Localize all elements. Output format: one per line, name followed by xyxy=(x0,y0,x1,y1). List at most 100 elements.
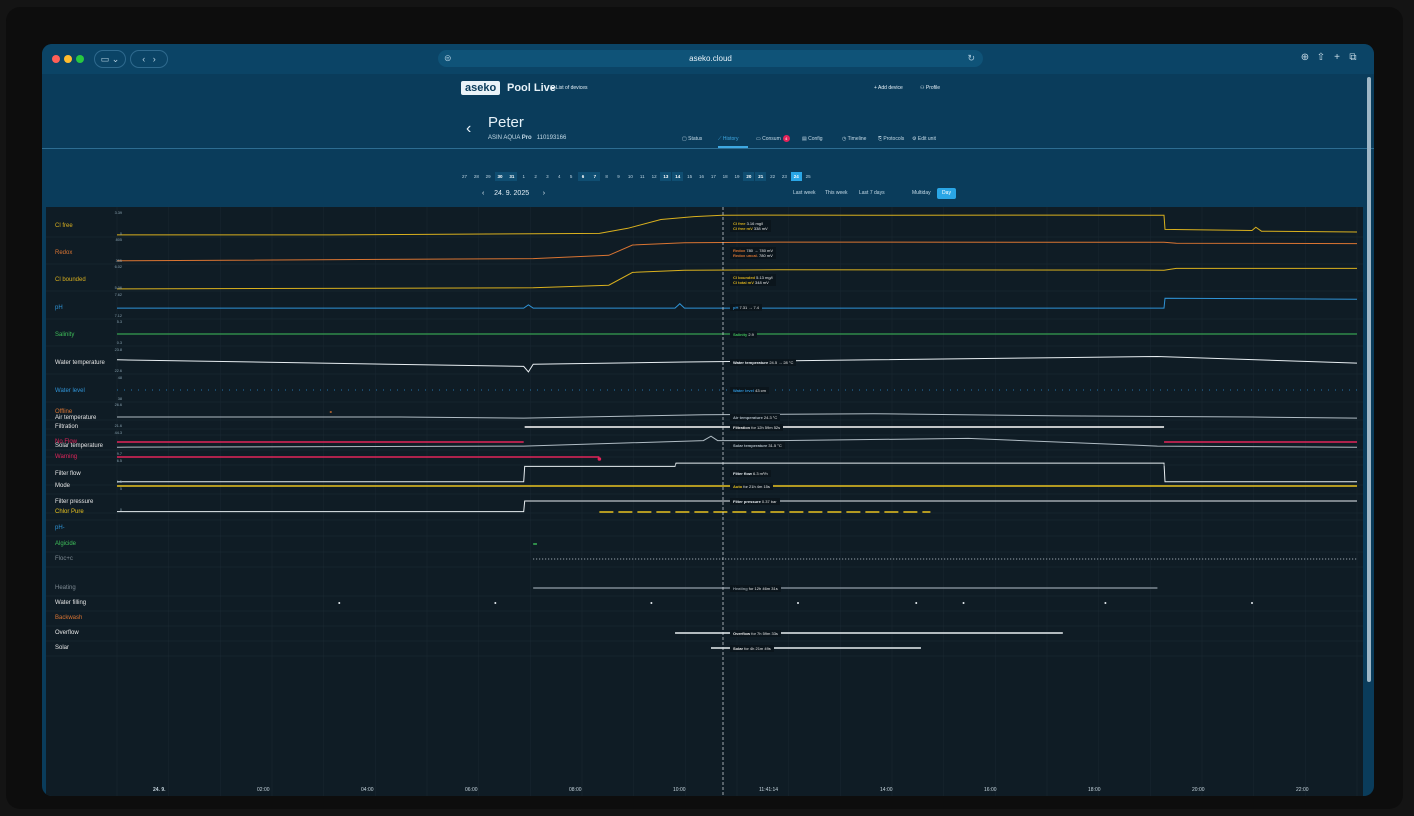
day-button[interactable]: Day xyxy=(937,188,956,199)
next-day-button[interactable]: › xyxy=(543,190,545,197)
tooltip-value: for 12h 59m 52s xyxy=(751,425,781,430)
day-28[interactable]: 28 xyxy=(471,172,482,181)
day-11[interactable]: 11 xyxy=(637,172,648,181)
tooltip-value: for 4h 21m 49s xyxy=(744,646,771,651)
day-16[interactable]: 16 xyxy=(696,172,707,181)
day-27[interactable]: 27 xyxy=(459,172,470,181)
tab-history[interactable]: ⟋ History xyxy=(718,135,738,143)
browser-toolbar: ▭ ⌄ ‹ › ⊜ aseko.cloud ↻ ⊕ ⇧ + ⧉ xyxy=(42,44,1374,74)
history-chart: Cl free 3.39 0 Cl free 3.16 mg/l Cl free mV … xyxy=(46,207,1363,796)
state-label: No Flow xyxy=(55,439,78,445)
value-tooltip: Filter pressure 0.37 bar xyxy=(730,498,780,505)
day-9[interactable]: 9 xyxy=(613,172,624,181)
state-label: pH- xyxy=(55,525,65,531)
day-5[interactable]: 5 xyxy=(566,172,577,181)
day-2[interactable]: 2 xyxy=(530,172,541,181)
day-24[interactable]: 24 xyxy=(790,172,802,181)
tab-consum[interactable]: ▭ Consum 4 xyxy=(756,135,790,143)
day-15[interactable]: 15 xyxy=(684,172,695,181)
current-date: 24. 9. 2025 xyxy=(494,190,530,197)
tooltip-name: Water temperature xyxy=(733,360,770,365)
day-7[interactable]: 7 xyxy=(589,172,601,181)
download-icon[interactable]: ⊕ xyxy=(1298,51,1312,65)
last-7-days-button[interactable]: Last 7 days xyxy=(859,189,885,198)
state-label: Heating xyxy=(55,585,76,591)
tab-overview-icon[interactable]: ⧉ xyxy=(1346,51,1360,65)
day-19[interactable]: 19 xyxy=(732,172,743,181)
add-device-link[interactable]: + Add device xyxy=(874,84,903,92)
day-21[interactable]: 21 xyxy=(755,172,767,181)
scrollbar[interactable] xyxy=(1367,77,1371,682)
day-31[interactable]: 31 xyxy=(506,172,518,181)
last-week-button[interactable]: Last week xyxy=(793,189,816,198)
tooltip-name: Auto xyxy=(733,484,744,489)
day-1[interactable]: 1 xyxy=(518,172,529,181)
browser-window: ▭ ⌄ ‹ › ⊜ aseko.cloud ↻ ⊕ ⇧ + ⧉ aseko Po… xyxy=(42,44,1374,796)
close-window-icon[interactable] xyxy=(52,55,60,63)
tab-status[interactable]: ▢ Status xyxy=(682,135,702,143)
tooltip-name: Cl total mV xyxy=(733,280,756,285)
tab-config[interactable]: ▤ Config xyxy=(802,135,823,143)
day-29[interactable]: 29 xyxy=(483,172,494,181)
page-settings-icon[interactable]: ⊜ xyxy=(444,50,452,67)
day-10[interactable]: 10 xyxy=(625,172,636,181)
series-label: Salinity xyxy=(55,332,75,338)
back-arrow-icon[interactable]: ‹ xyxy=(466,121,471,137)
day-30[interactable]: 30 xyxy=(494,172,506,181)
day-20[interactable]: 20 xyxy=(743,172,755,181)
water-filling-event xyxy=(797,602,800,604)
list-of-devices-label: List of devices xyxy=(555,85,588,91)
day-23[interactable]: 23 xyxy=(779,172,790,181)
axis-max-label: 3.39 xyxy=(114,211,122,215)
prev-day-button[interactable]: ‹ xyxy=(482,190,484,197)
day-8[interactable]: 8 xyxy=(601,172,612,181)
this-week-button[interactable]: This week xyxy=(825,189,848,198)
water-filling-event xyxy=(962,602,965,604)
zoom-window-icon[interactable] xyxy=(76,55,84,63)
series-label: Filter flow xyxy=(55,471,81,477)
day-3[interactable]: 3 xyxy=(542,172,553,181)
new-tab-icon[interactable]: + xyxy=(1330,51,1344,65)
tooltip-name: Solar xyxy=(733,646,745,651)
back-forward-icon[interactable]: ‹ › xyxy=(130,50,168,68)
axis-max-label: 5.3 xyxy=(116,320,122,324)
water-filling-event xyxy=(338,602,341,604)
axis-max-label: 44.3 xyxy=(114,431,122,435)
state-label: Water filling xyxy=(55,600,87,606)
chart-canvas xyxy=(46,207,1363,796)
day-17[interactable]: 17 xyxy=(708,172,719,181)
series-label: Redox xyxy=(55,250,73,256)
tab-timeline[interactable]: ◷ Timeline xyxy=(842,135,866,143)
sidebar-toggle-icon[interactable]: ▭ ⌄ xyxy=(94,50,126,68)
minimize-window-icon[interactable] xyxy=(64,55,72,63)
day-22[interactable]: 22 xyxy=(767,172,778,181)
date-navigator: ‹ 24. 9. 2025 › xyxy=(482,189,545,198)
day-6[interactable]: 6 xyxy=(577,172,589,181)
tab-edit-unit[interactable]: ⚙ Edit unit xyxy=(912,135,936,143)
aseko-logo[interactable]: aseko xyxy=(461,81,501,95)
day-12[interactable]: 12 xyxy=(649,172,660,181)
tooltip-value: 780 mV xyxy=(759,253,773,258)
day-14[interactable]: 14 xyxy=(672,172,684,181)
profile-link[interactable]: ⚇ Profile xyxy=(920,84,940,92)
state-label: Algicide xyxy=(55,541,77,547)
axis-max-label: 6.02 xyxy=(114,265,122,269)
day-13[interactable]: 13 xyxy=(660,172,672,181)
list-of-devices-link[interactable]: ☰ List of devices xyxy=(550,84,588,92)
day-4[interactable]: 4 xyxy=(554,172,565,181)
reload-icon[interactable]: ↻ xyxy=(967,50,975,67)
tooltip-value: 6.3 m³/h xyxy=(753,471,768,476)
tab-protocols[interactable]: ⎘ Protocols xyxy=(878,135,904,143)
day-18[interactable]: 18 xyxy=(720,172,731,181)
device-frame: ▭ ⌄ ‹ › ⊜ aseko.cloud ↻ ⊕ ⇧ + ⧉ aseko Po… xyxy=(6,7,1403,809)
share-icon[interactable]: ⇧ xyxy=(1314,51,1328,65)
day-25[interactable]: 25 xyxy=(803,172,814,181)
x-axis-tick: 04:00 xyxy=(361,787,374,793)
tooltip-name: Cl free mV xyxy=(733,226,754,231)
multiday-button[interactable]: Multiday xyxy=(912,189,931,198)
state-label: Chlor Pure xyxy=(55,509,84,515)
state-label: Filtration xyxy=(55,424,79,430)
axis-max-label: 7.62 xyxy=(114,293,122,297)
x-axis-tick: 14:00 xyxy=(880,787,893,793)
address-bar[interactable]: ⊜ aseko.cloud ↻ xyxy=(438,50,983,67)
